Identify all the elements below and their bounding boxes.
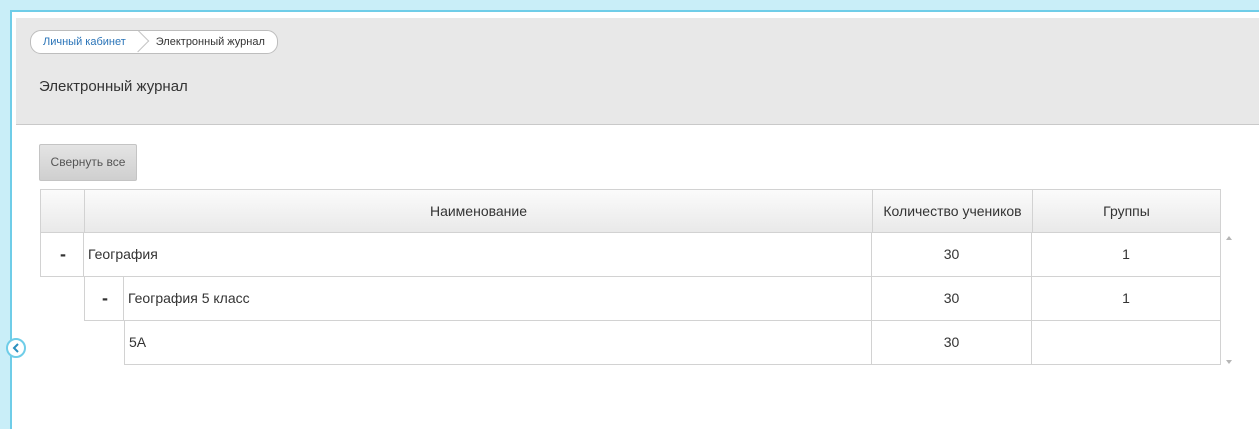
scroll-up-arrow-icon[interactable] [1226,236,1232,240]
row-groups: 1 [1032,233,1221,277]
row-toggle-cell: - [84,277,124,321]
row-name: География [84,233,872,277]
row-groups [1032,321,1221,365]
header-students[interactable]: Количество учеников [873,190,1033,232]
journal-grid: Наименование Количество учеников Группы … [40,189,1221,365]
collapse-toggle[interactable]: - [41,233,85,277]
table-row[interactable]: - География 30 1 [40,233,1221,277]
collapse-all-button[interactable]: Свернуть все [39,144,137,181]
row-name: География 5 класс [124,277,872,321]
sidebar-toggle-button[interactable] [6,338,26,358]
chevron-left-icon [12,343,19,353]
grid-scrollbar[interactable] [1223,234,1235,366]
grid-header: Наименование Количество учеников Группы [40,189,1221,233]
collapse-toggle[interactable]: - [85,277,125,321]
header-toggle-column [41,190,85,232]
breadcrumb: Личный кабинет Электронный журнал [30,30,278,54]
table-row[interactable]: - География 5 класс 30 1 [40,277,1221,321]
header-groups[interactable]: Группы [1033,190,1221,232]
row-students: 30 [872,233,1032,277]
scroll-down-arrow-icon[interactable] [1226,360,1232,364]
table-row[interactable]: 5А 30 [40,321,1221,365]
row-students: 30 [872,321,1032,365]
row-groups: 1 [1032,277,1221,321]
breadcrumb-current: Электронный журнал [155,36,265,48]
breadcrumb-home-link[interactable]: Личный кабинет [31,31,150,53]
row-name: 5А [124,321,872,365]
page-title: Электронный журнал [39,78,188,95]
header-name[interactable]: Наименование [85,190,873,232]
row-students: 30 [872,277,1032,321]
row-toggle-cell: - [40,233,84,277]
breadcrumb-home-label[interactable]: Личный кабинет [43,36,126,48]
